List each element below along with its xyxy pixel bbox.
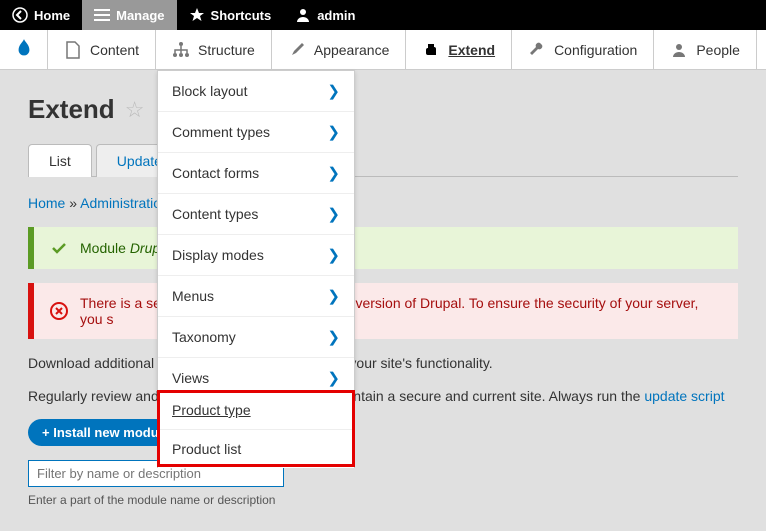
dd-taxonomy[interactable]: Taxonomy❯ bbox=[158, 316, 354, 357]
tab-people[interactable]: People bbox=[654, 30, 757, 69]
tab-structure[interactable]: Structure bbox=[156, 30, 272, 69]
subtab-list[interactable]: List bbox=[28, 144, 92, 177]
people-icon bbox=[670, 41, 688, 59]
chevron-right-icon: ❯ bbox=[327, 82, 340, 100]
user-icon bbox=[295, 7, 311, 23]
status-message-error: There is a security update available for… bbox=[28, 283, 738, 339]
dd-block-layout[interactable]: Block layout❯ bbox=[158, 71, 354, 111]
topbar-admin-label: admin bbox=[317, 8, 355, 23]
chevron-right-icon: ❯ bbox=[327, 246, 340, 264]
breadcrumb-admin[interactable]: Administration bbox=[80, 195, 169, 211]
dd-contact-forms[interactable]: Contact forms❯ bbox=[158, 152, 354, 193]
chevron-right-icon: ❯ bbox=[327, 205, 340, 223]
intro-text-1: Download additional contributed modules … bbox=[28, 353, 738, 374]
topbar-admin[interactable]: admin bbox=[283, 0, 367, 30]
chevron-right-icon: ❯ bbox=[327, 328, 340, 346]
paintbrush-icon bbox=[288, 41, 306, 59]
breadcrumb-home[interactable]: Home bbox=[28, 195, 65, 211]
puzzle-icon bbox=[422, 41, 440, 59]
topbar-shortcuts-label: Shortcuts bbox=[211, 8, 272, 23]
breadcrumb: Home » Administration bbox=[28, 195, 738, 211]
hierarchy-icon bbox=[172, 41, 190, 59]
chevron-right-icon: ❯ bbox=[327, 123, 340, 141]
dd-content-types[interactable]: Content types❯ bbox=[158, 193, 354, 234]
chevron-right-icon: ❯ bbox=[327, 164, 340, 182]
tab-appearance[interactable]: Appearance bbox=[272, 30, 407, 69]
error-icon bbox=[50, 302, 68, 320]
structure-dropdown-extra: Product type Product list bbox=[157, 390, 355, 468]
topbar-home[interactable]: Home bbox=[0, 0, 82, 30]
page-content: Extend ☆ List Update Home » Administrati… bbox=[0, 70, 766, 531]
intro-text-2: Regularly review and install available u… bbox=[28, 386, 738, 407]
topbar-shortcuts[interactable]: Shortcuts bbox=[177, 0, 284, 30]
drupal-logo[interactable] bbox=[0, 30, 48, 69]
star-icon bbox=[189, 7, 205, 23]
document-icon bbox=[64, 41, 82, 59]
dd-comment-types[interactable]: Comment types❯ bbox=[158, 111, 354, 152]
tab-extend[interactable]: Extend bbox=[406, 30, 512, 69]
topbar-manage-label: Manage bbox=[116, 8, 164, 23]
update-script-link[interactable]: update script bbox=[644, 388, 724, 404]
dd-product-type[interactable]: Product type bbox=[158, 390, 354, 429]
dd-menus[interactable]: Menus❯ bbox=[158, 275, 354, 316]
back-icon bbox=[12, 7, 28, 23]
wrench-icon bbox=[528, 41, 546, 59]
tab-appearance-label: Appearance bbox=[314, 42, 390, 58]
chevron-right-icon: ❯ bbox=[327, 287, 340, 305]
tab-configuration-label: Configuration bbox=[554, 42, 637, 58]
check-icon bbox=[50, 239, 68, 257]
admin-topbar: Home Manage Shortcuts admin bbox=[0, 0, 766, 30]
filter-help-text: Enter a part of the module name or descr… bbox=[28, 493, 738, 507]
page-title: Extend bbox=[28, 94, 115, 125]
admin-tabbar: Content Structure Appearance Extend Conf… bbox=[0, 30, 766, 70]
tab-content-label: Content bbox=[90, 42, 139, 58]
subtabs: List Update bbox=[28, 143, 738, 177]
dd-product-list[interactable]: Product list bbox=[158, 429, 354, 468]
hamburger-icon bbox=[94, 7, 110, 23]
status-message-success: Module Drupaled. bbox=[28, 227, 738, 269]
structure-dropdown: Block layout❯ Comment types❯ Contact for… bbox=[157, 70, 355, 399]
topbar-home-label: Home bbox=[34, 8, 70, 23]
tab-extend-label: Extend bbox=[448, 42, 495, 58]
tab-content[interactable]: Content bbox=[48, 30, 156, 69]
chevron-right-icon: ❯ bbox=[327, 369, 340, 387]
tab-structure-label: Structure bbox=[198, 42, 255, 58]
favorite-star-icon[interactable]: ☆ bbox=[125, 97, 145, 123]
topbar-manage[interactable]: Manage bbox=[82, 0, 176, 30]
tab-people-label: People bbox=[696, 42, 740, 58]
tab-configuration[interactable]: Configuration bbox=[512, 30, 654, 69]
dd-display-modes[interactable]: Display modes❯ bbox=[158, 234, 354, 275]
